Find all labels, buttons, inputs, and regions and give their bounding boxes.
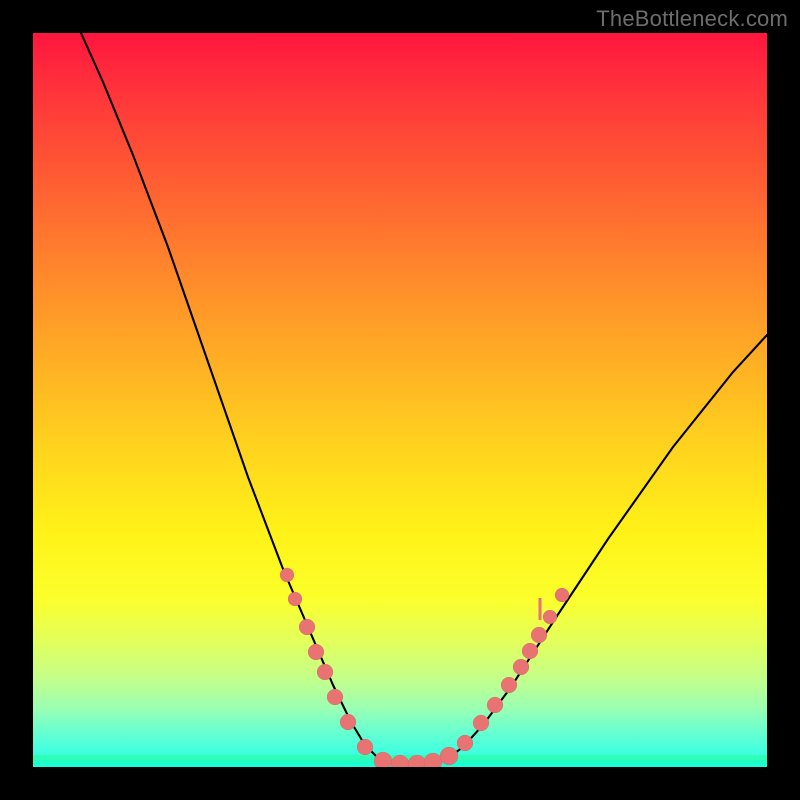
data-dot: [299, 619, 315, 635]
data-dot: [531, 627, 547, 643]
data-dot: [374, 752, 392, 767]
data-dot: [555, 588, 569, 602]
data-dots: [280, 568, 569, 767]
data-dot: [501, 677, 517, 693]
data-dot: [543, 610, 557, 624]
data-dot: [288, 592, 302, 606]
data-dot: [513, 659, 529, 675]
data-dot: [457, 735, 473, 751]
data-dot: [391, 755, 409, 767]
curve-svg: [33, 33, 767, 767]
plot-area: [33, 33, 767, 767]
data-dot: [340, 714, 356, 730]
data-dot: [424, 753, 442, 767]
data-dot: [280, 568, 294, 582]
data-dot: [317, 664, 333, 680]
data-dot: [408, 755, 426, 767]
chart-stage: TheBottleneck.com: [0, 0, 800, 800]
data-dot: [440, 747, 458, 765]
data-dot: [327, 689, 343, 705]
bottleneck-curve: [81, 33, 767, 765]
data-dot: [357, 739, 373, 755]
data-dot: [522, 643, 538, 659]
data-dot: [473, 715, 489, 731]
data-dot: [487, 697, 503, 713]
watermark-text: TheBottleneck.com: [596, 6, 788, 32]
data-dot: [308, 644, 324, 660]
